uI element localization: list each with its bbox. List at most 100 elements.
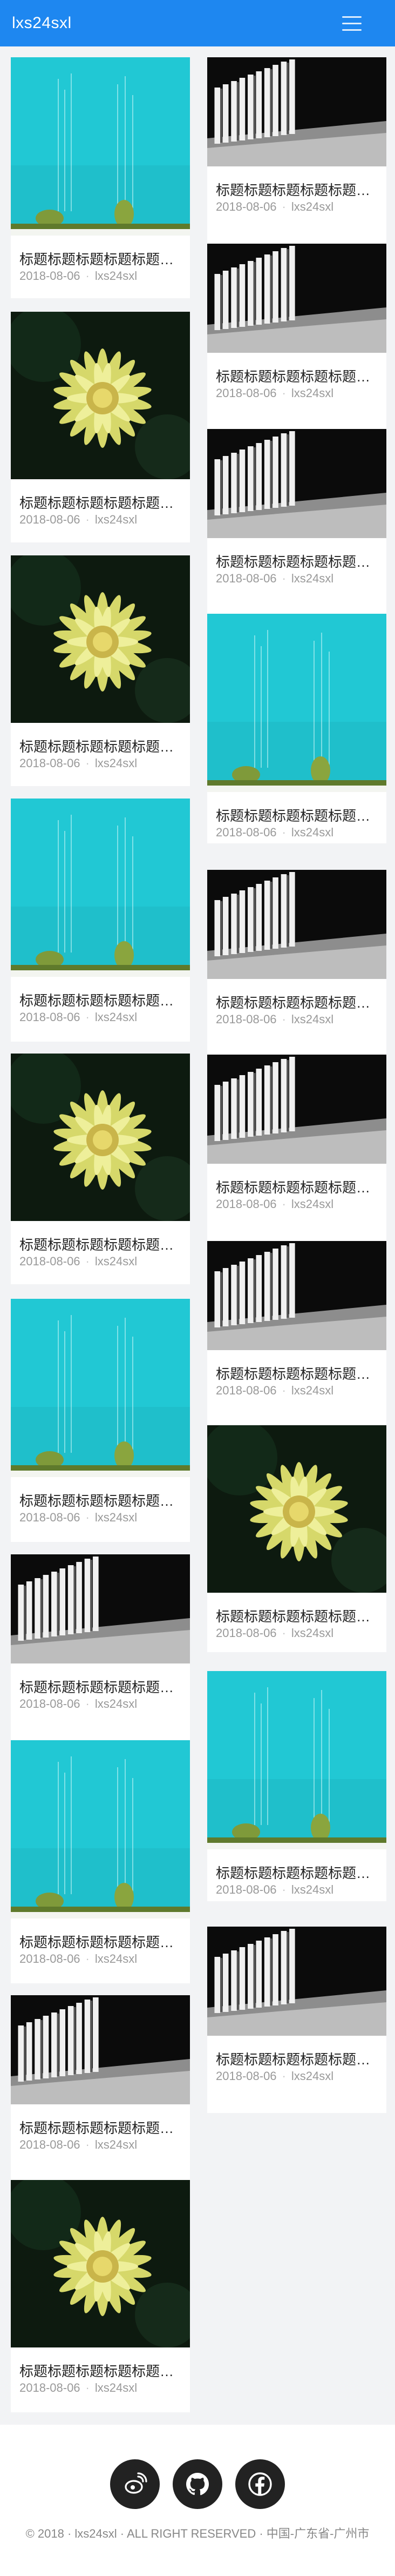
meta-separator: · — [85, 1952, 90, 1965]
github-icon[interactable] — [173, 2459, 222, 2509]
post-title[interactable]: 标题标题标题标题标题… — [216, 366, 379, 386]
post-author[interactable]: lxs24sxl — [291, 1197, 333, 1211]
post-card[interactable]: 标题标题标题标题标题… 2018-08-06 · lxs24sxl — [11, 1299, 190, 1542]
post-thumbnail-flower[interactable] — [11, 555, 190, 723]
post-card[interactable]: 标题标题标题标题标题… 2018-08-06 · lxs24sxl — [11, 312, 190, 542]
post-card[interactable]: 标题标题标题标题标题… 2018-08-06 · lxs24sxl — [207, 870, 386, 1056]
facebook-icon[interactable] — [235, 2459, 285, 2509]
post-author[interactable]: lxs24sxl — [291, 200, 333, 213]
post-author[interactable]: lxs24sxl — [291, 572, 333, 585]
post-card[interactable]: 标题标题标题标题标题… 2018-08-06 · lxs24sxl — [11, 799, 190, 1042]
post-card[interactable]: 标题标题标题标题标题… 2018-08-06 · lxs24sxl — [207, 429, 386, 615]
post-thumbnail-cactus[interactable] — [11, 799, 190, 977]
post-thumbnail-fence[interactable] — [207, 429, 386, 538]
post-card[interactable]: 标题标题标题标题标题… 2018-08-06 · lxs24sxl — [207, 614, 386, 843]
post-thumbnail-fence[interactable] — [207, 1241, 386, 1350]
post-title[interactable]: 标题标题标题标题标题… — [216, 1862, 379, 1882]
post-title[interactable]: 标题标题标题标题标题… — [19, 1676, 182, 1696]
post-card[interactable]: 标题标题标题标题标题… 2018-08-06 · lxs24sxl — [11, 1740, 190, 1983]
meta-separator: · — [282, 826, 286, 839]
post-title[interactable]: 标题标题标题标题标题… — [19, 2360, 182, 2380]
post-thumbnail-flower[interactable] — [11, 1054, 190, 1221]
post-title[interactable]: 标题标题标题标题标题… — [19, 1931, 182, 1951]
post-title[interactable]: 标题标题标题标题标题… — [19, 249, 182, 269]
post-thumbnail-fence[interactable] — [207, 1927, 386, 2036]
post-card[interactable]: 标题标题标题标题标题… 2018-08-06 · lxs24sxl — [207, 1055, 386, 1241]
post-date: 2018-08-06 — [19, 756, 80, 770]
post-card[interactable]: 标题标题标题标题标题… 2018-08-06 · lxs24sxl — [11, 555, 190, 786]
post-thumbnail-fence[interactable] — [207, 57, 386, 166]
post-title[interactable]: 标题标题标题标题标题… — [216, 179, 379, 199]
post-author[interactable]: lxs24sxl — [95, 513, 137, 526]
post-author[interactable]: lxs24sxl — [95, 1255, 137, 1268]
post-title[interactable]: 标题标题标题标题标题… — [216, 1606, 379, 1626]
post-date: 2018-08-06 — [19, 2381, 80, 2394]
post-author[interactable]: lxs24sxl — [291, 1626, 333, 1640]
post-author[interactable]: lxs24sxl — [95, 1697, 137, 1710]
post-author[interactable]: lxs24sxl — [291, 826, 333, 839]
post-card[interactable]: 标题标题标题标题标题… 2018-08-06 · lxs24sxl — [207, 1425, 386, 1652]
post-author[interactable]: lxs24sxl — [95, 269, 137, 283]
post-card[interactable]: 标题标题标题标题标题… 2018-08-06 · lxs24sxl — [11, 1554, 190, 1741]
hamburger-icon[interactable] — [337, 14, 367, 33]
post-meta: 2018-08-06 · lxs24sxl — [216, 386, 379, 400]
post-title[interactable]: 标题标题标题标题标题… — [19, 1234, 182, 1254]
post-card[interactable]: 标题标题标题标题标题… 2018-08-06 · lxs24sxl — [207, 1241, 386, 1427]
post-card[interactable]: 标题标题标题标题标题… 2018-08-06 · lxs24sxl — [11, 1995, 190, 2182]
post-card[interactable]: 标题标题标题标题标题… 2018-08-06 · lxs24sxl — [11, 2180, 190, 2412]
post-thumbnail-flower[interactable] — [11, 312, 190, 479]
meta-separator: · — [282, 1883, 286, 1896]
post-title[interactable]: 标题标题标题标题标题… — [19, 1490, 182, 1510]
post-meta: 2018-08-06 · lxs24sxl — [216, 826, 379, 840]
post-card[interactable]: 标题标题标题标题标题… 2018-08-06 · lxs24sxl — [207, 1671, 386, 1901]
post-card[interactable]: 标题标题标题标题标题… 2018-08-06 · lxs24sxl — [207, 57, 386, 244]
post-title[interactable]: 标题标题标题标题标题… — [19, 2117, 182, 2137]
post-card[interactable]: 标题标题标题标题标题… 2018-08-06 · lxs24sxl — [207, 1927, 386, 2113]
post-thumbnail-fence[interactable] — [207, 1055, 386, 1164]
post-title[interactable]: 标题标题标题标题标题… — [216, 2049, 379, 2069]
post-author[interactable]: lxs24sxl — [291, 1883, 333, 1896]
post-card[interactable]: 标题标题标题标题标题… 2018-08-06 · lxs24sxl — [11, 57, 190, 298]
post-thumbnail-flower[interactable] — [207, 1425, 386, 1593]
post-author[interactable]: lxs24sxl — [291, 2069, 333, 2083]
post-author[interactable]: lxs24sxl — [95, 2381, 137, 2394]
post-author[interactable]: lxs24sxl — [95, 1010, 137, 1024]
post-card[interactable]: 标题标题标题标题标题… 2018-08-06 · lxs24sxl — [207, 244, 386, 430]
post-author[interactable]: lxs24sxl — [291, 1384, 333, 1397]
post-thumbnail-fence[interactable] — [11, 1554, 190, 1663]
brand-logo-text[interactable]: lxs24sxl — [12, 0, 72, 46]
post-thumbnail-cactus[interactable] — [11, 57, 190, 236]
post-date: 2018-08-06 — [216, 1626, 277, 1640]
post-title[interactable]: 标题标题标题标题标题… — [216, 992, 379, 1012]
post-title[interactable]: 标题标题标题标题标题… — [216, 805, 379, 825]
post-card[interactable]: 标题标题标题标题标题… 2018-08-06 · lxs24sxl — [11, 1054, 190, 1284]
post-thumbnail-flower[interactable] — [11, 2180, 190, 2347]
meta-separator: · — [85, 1511, 90, 1524]
post-date: 2018-08-06 — [19, 269, 80, 283]
post-date: 2018-08-06 — [216, 2069, 277, 2083]
post-thumbnail-cactus[interactable] — [11, 1740, 190, 1918]
post-title[interactable]: 标题标题标题标题标题… — [216, 1363, 379, 1383]
post-title[interactable]: 标题标题标题标题标题… — [19, 736, 182, 756]
weibo-icon[interactable] — [110, 2459, 160, 2509]
post-thumbnail-cactus[interactable] — [11, 1299, 190, 1477]
post-author[interactable]: lxs24sxl — [291, 386, 333, 400]
post-author[interactable]: lxs24sxl — [95, 1952, 137, 1965]
post-thumbnail-cactus[interactable] — [207, 614, 386, 792]
post-date: 2018-08-06 — [19, 1255, 80, 1268]
post-thumbnail-fence[interactable] — [207, 870, 386, 979]
post-title[interactable]: 标题标题标题标题标题… — [216, 551, 379, 571]
post-title[interactable]: 标题标题标题标题标题… — [216, 1177, 379, 1197]
post-author[interactable]: lxs24sxl — [95, 756, 137, 770]
meta-separator: · — [85, 269, 90, 283]
post-date: 2018-08-06 — [216, 1012, 277, 1026]
post-date: 2018-08-06 — [216, 826, 277, 839]
post-thumbnail-fence[interactable] — [11, 1995, 190, 2104]
post-thumbnail-cactus[interactable] — [207, 1671, 386, 1849]
post-thumbnail-fence[interactable] — [207, 244, 386, 353]
post-author[interactable]: lxs24sxl — [95, 2138, 137, 2151]
post-author[interactable]: lxs24sxl — [291, 1012, 333, 1026]
post-author[interactable]: lxs24sxl — [95, 1511, 137, 1524]
post-title[interactable]: 标题标题标题标题标题… — [19, 990, 182, 1010]
post-title[interactable]: 标题标题标题标题标题… — [19, 492, 182, 512]
